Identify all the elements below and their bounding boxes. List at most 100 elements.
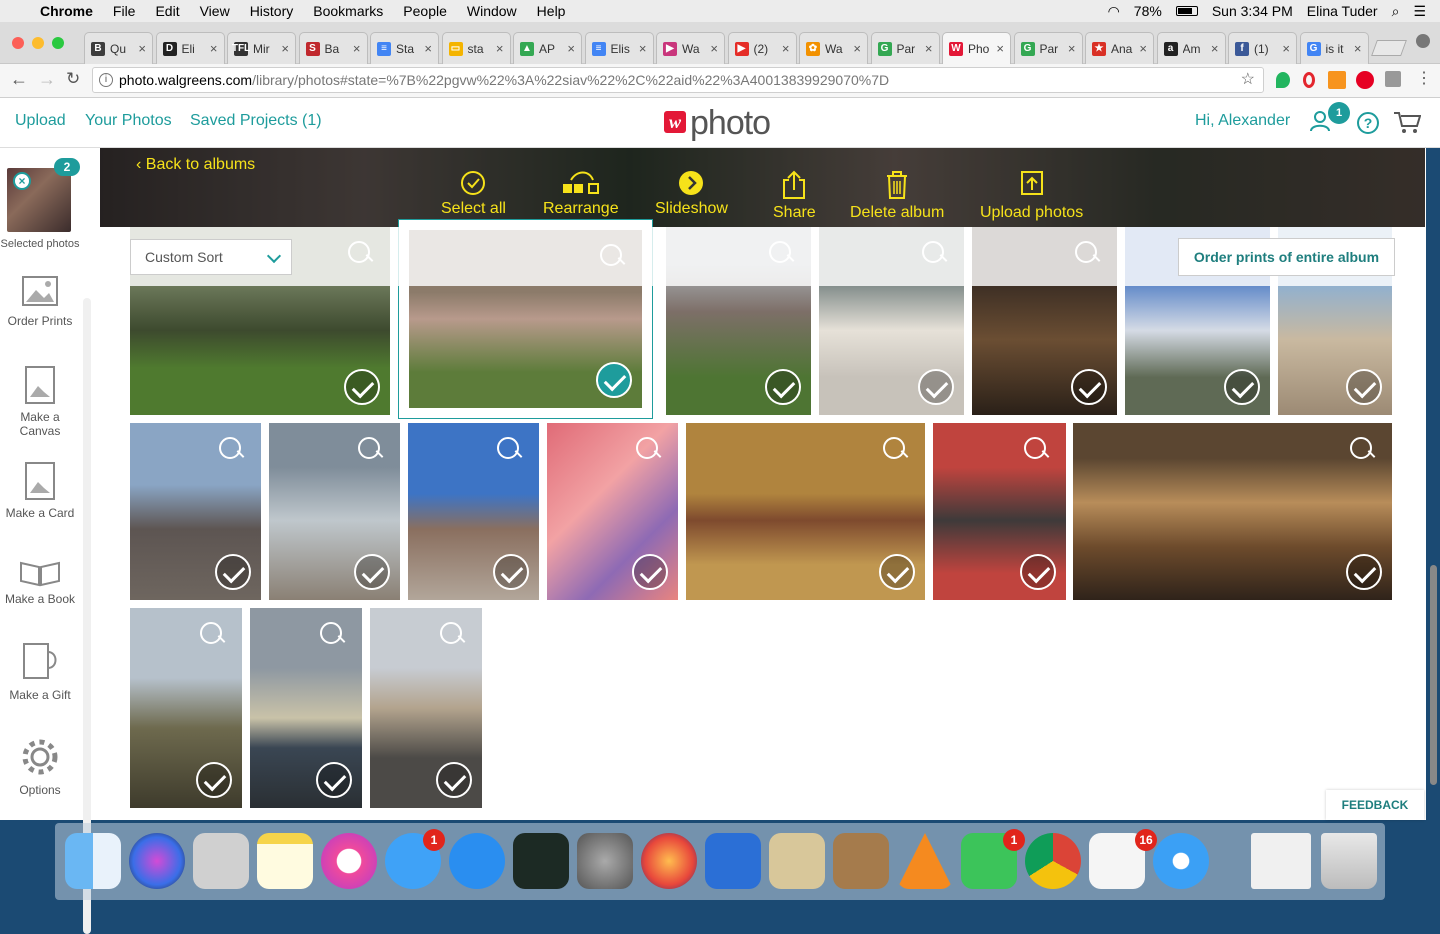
feedback-button[interactable]: FEEDBACK (1326, 790, 1424, 820)
recent-window-icon[interactable] (1251, 833, 1311, 889)
page-scrollbar[interactable] (1430, 565, 1437, 785)
battery-percent[interactable]: 78% (1134, 3, 1162, 19)
bookmark-star-icon[interactable]: ☆ (1241, 68, 1255, 92)
close-window-button[interactable] (12, 37, 24, 49)
battery-icon[interactable] (1175, 6, 1198, 16)
sort-dropdown[interactable]: Custom Sort (130, 239, 292, 275)
profile-icon[interactable] (1416, 34, 1430, 48)
browser-tab[interactable]: Gis it × (1299, 32, 1369, 64)
tab-close-icon[interactable]: × (210, 41, 218, 56)
select-check-icon[interactable] (344, 369, 380, 405)
deselect-icon[interactable]: × (13, 172, 31, 190)
select-check-icon[interactable] (765, 369, 801, 405)
select-check-icon[interactable] (879, 554, 915, 590)
browser-tab[interactable]: G Par × (870, 32, 940, 64)
cart-icon[interactable] (1393, 110, 1422, 139)
minimize-window-button[interactable] (32, 37, 44, 49)
info-icon[interactable]: i (99, 73, 113, 87)
tab-close-icon[interactable]: × (1354, 41, 1362, 56)
select-check-icon[interactable] (1346, 369, 1382, 405)
select-check-icon[interactable] (1224, 369, 1260, 405)
safari-icon[interactable] (1153, 833, 1209, 889)
menu-edit[interactable]: Edit (155, 3, 179, 19)
order-entire-album-button[interactable]: Order prints of entire album (1178, 238, 1395, 276)
tab-close-icon[interactable]: × (996, 41, 1004, 56)
contacts-icon[interactable] (833, 833, 889, 889)
options-item[interactable]: Options (0, 735, 80, 797)
new-tab-button[interactable] (1371, 40, 1407, 56)
browser-tab[interactable]: D Eli × (155, 32, 225, 64)
menu-bookmarks[interactable]: Bookmarks (313, 3, 383, 19)
word-icon[interactable] (705, 833, 761, 889)
tab-close-icon[interactable]: × (639, 41, 647, 56)
back-to-albums-link[interactable]: ‹ Back to albums (136, 156, 255, 174)
upload-photos-button[interactable]: Upload photos (980, 170, 1083, 222)
extension-calendar-icon[interactable] (1328, 71, 1346, 89)
photo-beach-door[interactable] (269, 423, 400, 600)
tab-close-icon[interactable]: × (353, 41, 361, 56)
zoom-icon[interactable] (497, 437, 523, 463)
browser-tab[interactable]: ✿ Wa × (799, 32, 868, 64)
chrome-icon[interactable] (1025, 833, 1081, 889)
select-check-icon[interactable] (596, 362, 632, 398)
browser-tab[interactable]: W Pho × (942, 32, 1011, 64)
select-check-icon[interactable] (316, 762, 352, 798)
select-check-icon[interactable] (493, 554, 529, 590)
mail-icon[interactable] (769, 833, 825, 889)
clock[interactable]: Sun 3:34 PM (1212, 3, 1293, 19)
activity-monitor-icon[interactable] (513, 833, 569, 889)
photo-boardwalk[interactable] (408, 423, 539, 600)
photo-gym-group[interactable] (933, 423, 1066, 600)
itunes-icon[interactable] (321, 833, 377, 889)
tab-close-icon[interactable]: × (1211, 41, 1219, 56)
zoom-icon[interactable] (440, 622, 466, 648)
system-preferences-icon[interactable] (577, 833, 633, 889)
zoom-icon[interactable] (883, 437, 909, 463)
chrome-menu-icon[interactable]: ⋮ (1416, 68, 1432, 88)
pinterest-icon[interactable] (1356, 71, 1374, 89)
your-photos-link[interactable]: Your Photos (85, 112, 172, 130)
tab-close-icon[interactable]: × (496, 41, 504, 56)
select-all-button[interactable]: Select all (441, 170, 506, 218)
menu-file[interactable]: File (113, 3, 136, 19)
zoom-icon[interactable] (219, 437, 245, 463)
zoom-icon[interactable] (1024, 437, 1050, 463)
select-check-icon[interactable] (354, 554, 390, 590)
browser-tab[interactable]: ▲ AP × (513, 32, 582, 64)
zoom-window-button[interactable] (52, 37, 64, 49)
vlc-icon[interactable] (897, 833, 953, 889)
browser-tab[interactable]: f (1) × (1228, 32, 1297, 64)
finder-icon[interactable] (65, 833, 121, 889)
order-prints-item[interactable]: Order Prints (0, 274, 80, 328)
photo-sunset-water[interactable] (250, 608, 362, 808)
greeting[interactable]: Hi, Alexander (1195, 112, 1290, 130)
extension-gray-icon[interactable] (1385, 71, 1401, 87)
make-book-item[interactable]: Make a Book (0, 558, 80, 606)
firefox-icon[interactable] (641, 833, 697, 889)
tab-close-icon[interactable]: × (138, 41, 146, 56)
tab-close-icon[interactable]: × (925, 41, 933, 56)
make-gift-item[interactable]: Make a Gift (0, 638, 80, 702)
photo-angel-wings[interactable] (130, 423, 261, 600)
back-icon[interactable]: ← (10, 69, 28, 90)
tab-close-icon[interactable]: × (782, 41, 790, 56)
tab-close-icon[interactable]: × (1068, 41, 1076, 56)
menu-app-name[interactable]: Chrome (40, 3, 93, 19)
tab-close-icon[interactable]: × (281, 41, 289, 56)
make-canvas-item[interactable]: Make a Canvas (0, 364, 80, 438)
tab-close-icon[interactable]: × (710, 41, 718, 56)
photo-team-bench[interactable] (686, 423, 925, 600)
browser-tab[interactable]: ≡ Elis × (584, 32, 654, 64)
menu-history[interactable]: History (250, 3, 294, 19)
tab-close-icon[interactable]: × (1139, 41, 1147, 56)
slideshow-button[interactable]: Slideshow (655, 170, 728, 218)
zoom-icon[interactable] (1350, 437, 1376, 463)
notes-icon[interactable] (257, 833, 313, 889)
zoom-icon[interactable] (636, 437, 662, 463)
tab-close-icon[interactable]: × (567, 41, 575, 56)
select-check-icon[interactable] (196, 762, 232, 798)
walgreens-photo-logo[interactable]: w photo (664, 104, 771, 143)
browser-tab[interactable]: ▶ (2) × (727, 32, 797, 64)
zoom-icon[interactable] (320, 622, 346, 648)
rearrange-button[interactable]: Rearrange (543, 170, 619, 218)
